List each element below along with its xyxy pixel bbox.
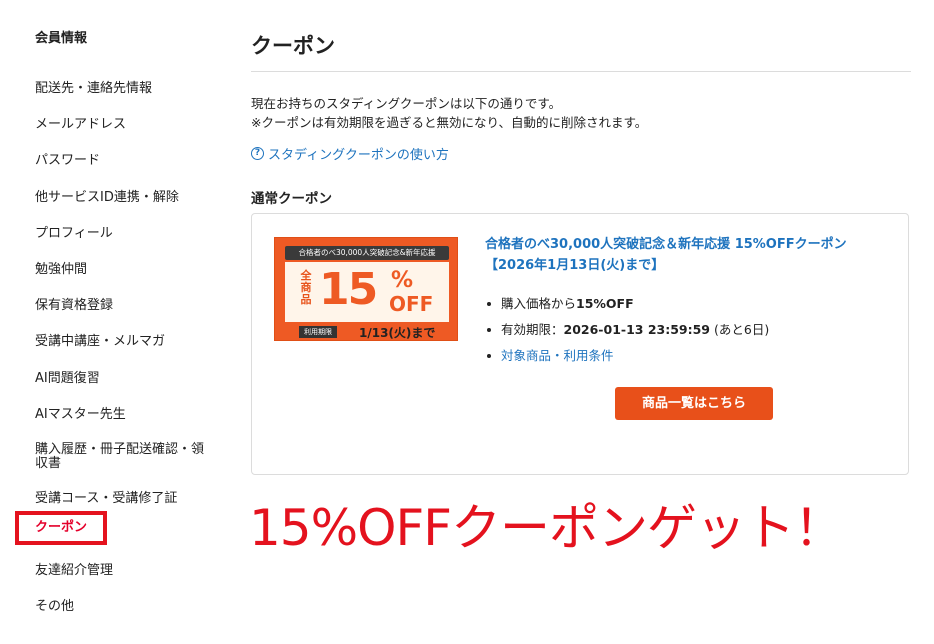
banner-off: OFF	[389, 292, 434, 316]
coupon-detail-price: 購入価格から15%OFF	[485, 294, 769, 320]
banner-main: 全商品 15 % OFF	[285, 262, 449, 322]
coupon-details: 購入価格から15%OFF 有効期限：2026-01-13 23:59:59 (あ…	[485, 294, 769, 372]
sidebar-title: 会員情報	[35, 31, 88, 46]
sidebar-item-email[interactable]: メールアドレス	[35, 118, 215, 132]
banner-period-date: 1/13(火)まで	[359, 326, 436, 340]
intro-text: 現在お持ちのスタディングクーポンは以下の通りです。 ※クーポンは有効期限を過ぎる…	[251, 94, 647, 132]
page-title: クーポン	[251, 34, 335, 58]
detail-price-prefix: 購入価格から	[501, 296, 577, 311]
sidebar-item-ai-review[interactable]: AI問題復習	[35, 372, 215, 386]
sidebar-item-password[interactable]: パスワード	[35, 154, 215, 168]
sidebar-item-profile[interactable]: プロフィール	[35, 227, 215, 241]
coupon-banner-image: 合格者のべ30,000人突破記念&新年応援 全商品 15 % OFF 利用期限 …	[274, 237, 458, 341]
product-list-button[interactable]: 商品一覧はこちら	[615, 387, 773, 420]
sidebar-item-study-friends[interactable]: 勉強仲間	[35, 263, 215, 277]
detail-price-value: 15%OFF	[576, 296, 634, 311]
title-divider	[251, 71, 911, 72]
sidebar-item-referral[interactable]: 友達紹介管理	[35, 564, 215, 578]
detail-expiry-value: 2026-01-13 23:59:59	[563, 322, 711, 337]
detail-expiry-prefix: 有効期限：	[501, 322, 564, 337]
sidebar: 会員情報 配送先・連絡先情報 メールアドレス パスワード 他サービスID連携・解…	[0, 0, 230, 644]
coupon-help-link-label: スタディングクーポンの使い方	[268, 148, 449, 163]
coupon-title-link[interactable]: 合格者のべ30,000人突破記念＆新年応援 15%OFFクーポン【2026年1月…	[485, 234, 890, 276]
coupon-card: 合格者のべ30,000人突破記念&新年応援 全商品 15 % OFF 利用期限 …	[251, 213, 909, 475]
section-title: 通常クーポン	[251, 191, 332, 207]
banner-percent: %	[391, 268, 414, 293]
terms-link[interactable]: 対象商品・利用条件	[501, 348, 614, 363]
intro-line-1: 現在お持ちのスタディングクーポンは以下の通りです。	[251, 96, 562, 111]
sidebar-item-courses-newsletter[interactable]: 受講中講座・メルマガ	[35, 335, 215, 349]
banner-period-tag: 利用期限	[299, 326, 337, 338]
sidebar-item-id-link[interactable]: 他サービスID連携・解除	[35, 191, 215, 205]
sidebar-item-course-certificate[interactable]: 受講コース・受講修了証	[35, 492, 215, 506]
banner-top-text: 合格者のべ30,000人突破記念&新年応援	[285, 246, 449, 260]
coupon-help-link[interactable]: ? スタディングクーポンの使い方	[251, 144, 449, 163]
sidebar-item-purchase-history[interactable]: 購入履歴・冊子配送確認・領収書	[35, 443, 207, 471]
sidebar-item-coupon[interactable]: クーポン	[14, 511, 108, 545]
banner-period: 利用期限 1/13(火)まで	[275, 324, 459, 340]
overlay-caption: 15%OFFクーポンゲット！	[249, 499, 844, 557]
coupon-detail-terms: 対象商品・利用条件	[485, 346, 769, 372]
banner-all-products-label: 全商品	[300, 269, 312, 306]
sidebar-item-qualifications[interactable]: 保有資格登録	[35, 299, 215, 313]
intro-line-2: ※クーポンは有効期限を過ぎると無効になり、自動的に削除されます。	[251, 115, 648, 130]
sidebar-item-other[interactable]: その他	[35, 600, 215, 614]
banner-big-number: 15	[319, 264, 378, 315]
sidebar-item-shipping[interactable]: 配送先・連絡先情報	[35, 82, 215, 96]
coupon-detail-expiry: 有効期限：2026-01-13 23:59:59 (あと6日)	[485, 320, 769, 346]
question-circle-icon: ?	[251, 147, 264, 160]
detail-expiry-suffix: (あと6日)	[710, 322, 770, 337]
sidebar-item-ai-master[interactable]: AIマスター先生	[35, 408, 215, 422]
